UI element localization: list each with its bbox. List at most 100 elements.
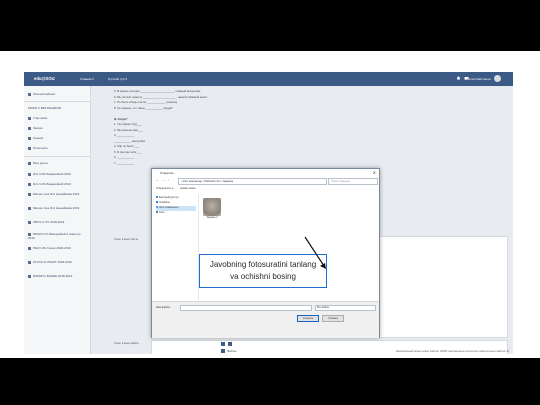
- cancel-button[interactable]: Отмена: [322, 315, 344, 322]
- home-icon: [28, 92, 31, 96]
- sidebar-course-item[interactable]: ОБУЧ-С ЛЧ 2018-2019: [28, 220, 86, 224]
- up-icon[interactable]: ↑: [168, 178, 170, 182]
- file-item-label[interactable]: Задание 2: [203, 217, 221, 219]
- sidebar-item-label: Матем-тика Ф-К Нашайкова 2019: [33, 206, 80, 210]
- sidebar-course-item[interactable]: ЯЗЫКИ и БОЛЕЕ 2018-2019: [28, 274, 86, 278]
- users-icon: [28, 116, 31, 120]
- sidebar-item-label: Пополнить: [33, 146, 49, 150]
- sidebar-course-item[interactable]: ПРАКТ-ИЧ Ламерейкой 2 семестр 2019: [28, 232, 86, 240]
- course-icon: [28, 274, 31, 278]
- grades-icon: [28, 136, 31, 140]
- graduation-cap-icon: [28, 161, 31, 165]
- sidebar-item-label: Ф-К-Ч-80 Ламерейкой 2019: [33, 182, 71, 186]
- files-folder[interactable]: Файлы: [221, 349, 237, 354]
- course-icon: [28, 206, 31, 210]
- back-icon[interactable]: ←: [156, 178, 159, 182]
- sidebar-item-label: Значки: [33, 126, 43, 130]
- create-folder-icon[interactable]: [227, 342, 232, 347]
- folder-icon: [221, 349, 225, 354]
- sidebar-item-label: Оценки: [33, 136, 44, 140]
- sidebar-course-item[interactable]: Матем-тика Ф-К Нашайкова 2019: [28, 192, 86, 196]
- sidebar-course-item[interactable]: РЕСУ-ЛЬ Специ 2018-2019: [28, 246, 86, 250]
- sidebar-course-item[interactable]: РУССК-О ПРАКТ 2018-2019: [28, 260, 86, 264]
- photo-thumbnail[interactable]: [203, 198, 221, 216]
- add-file-icon[interactable]: [221, 342, 225, 347]
- organize-button[interactable]: Упорядочить ▾: [156, 187, 173, 190]
- left-sidebar: Личный кабинет РЕЖИ С ВЕТРЕНИКОВ Участни…: [24, 86, 91, 354]
- callout-line: va ochishni bosing: [230, 272, 296, 281]
- network-icon: [156, 211, 158, 214]
- sidebar-item-dashboard[interactable]: Личный кабинет: [28, 92, 86, 96]
- sidebar-item-course[interactable]: РЕЖИ С ВЕТРЕНИКОВ: [28, 106, 86, 110]
- course-icon: [28, 192, 31, 196]
- screenshot-frame: edu@SOU Главная ▾ Русский (ru) ▾ Ismoil …: [0, 51, 540, 358]
- course-icon: [28, 172, 31, 176]
- file-name-input[interactable]: [180, 305, 312, 311]
- callout-text: Javobning fotosuratini tanlang va ochish…: [200, 259, 326, 283]
- top-navbar: edu@SOU Главная ▾ Русский (ru) ▾ Ismoil …: [24, 72, 513, 86]
- text-line: 7. ___________: [114, 160, 135, 165]
- tree-item-label: OneDrive: [159, 201, 170, 204]
- sidebar-item-label: РЕЖИ С ВЕТРЕНИКОВ: [28, 106, 61, 110]
- sidebar-item-label: РУССК-О ПРАКТ 2018-2019: [33, 260, 72, 264]
- dialog-toolbar: Упорядочить ▾ Новая папка: [156, 187, 195, 190]
- tree-item-network[interactable]: Сеть: [156, 211, 196, 216]
- search-input[interactable]: Поиск: Задание: [328, 178, 378, 185]
- new-folder-button[interactable]: Новая папка: [180, 187, 195, 190]
- forward-icon[interactable]: →: [162, 178, 165, 182]
- close-icon[interactable]: ✕: [373, 170, 376, 175]
- sidebar-item-label: Участники: [33, 116, 48, 120]
- sidebar-course-item[interactable]: Ф-К-Ч-80 Ламерейкой 2019: [28, 172, 86, 176]
- divider: [24, 101, 90, 102]
- sidebar-course-item[interactable]: Матем-тика Ф-К Нашайкова 2019: [28, 206, 86, 210]
- sidebar-item-more[interactable]: Пополнить: [28, 146, 86, 150]
- course-icon: [28, 260, 31, 264]
- file-open-dialog: Открытие ✕ ← → ↑ › Этот компьютер › Рабо…: [151, 168, 380, 338]
- assignment-text: 5. В корень сегодня ____________________…: [114, 89, 314, 166]
- sidebar-item-label: Ф-К-Ч-80 Ламерейкой 2019: [33, 172, 71, 176]
- files-label: Файлы: [227, 349, 237, 353]
- course-icon: [28, 182, 31, 186]
- site-logo[interactable]: edu@SOU: [34, 76, 55, 81]
- address-bar[interactable]: › Этот компьютер › Рабочий стол › Задани…: [178, 178, 327, 185]
- user-name[interactable]: Ismoil Rahmanov: [468, 77, 491, 81]
- sidebar-courses-header[interactable]: Мои курсы: [28, 161, 86, 165]
- sidebar-item-label: Личный кабинет: [33, 92, 56, 96]
- browser-screen: edu@SOU Главная ▾ Русский (ru) ▾ Ismoil …: [24, 72, 513, 354]
- answer-text-label: Ответ в виде текста: [114, 238, 139, 241]
- upload-limit-note: Максимальный размер новых файлов: 100Мб,…: [396, 350, 510, 353]
- file-manager-buttons: [221, 342, 234, 347]
- dialog-title: Открытие: [160, 171, 174, 175]
- instruction-callout: Javobning fotosuratini tanlang va ochish…: [199, 254, 327, 288]
- sidebar-course-item[interactable]: Ф-К-Ч-80 Ламерейкой 2019: [28, 182, 86, 186]
- sidebar-item-grades[interactable]: Оценки: [28, 136, 86, 140]
- course-icon: [28, 220, 31, 224]
- sidebar-item-label: Матем-тика Ф-К Нашайкова 2019: [33, 192, 80, 196]
- sidebar-item-label: ПРАКТ-ИЧ Ламерейкой 2 семестр 2019: [28, 232, 81, 240]
- menu-language[interactable]: Русский (ru) ▾: [108, 77, 127, 81]
- sidebar-item-badges[interactable]: Значки: [28, 126, 86, 130]
- sidebar-item-label: Мои курсы: [33, 161, 48, 165]
- badge-icon: [28, 126, 31, 130]
- sidebar-item-label: РЕСУ-ЛЬ Специ 2018-2019: [33, 246, 71, 250]
- dialog-footer: Имя файла: Все файлы Открыть Отмена: [152, 301, 379, 338]
- divider: [24, 156, 90, 157]
- tree-item-label: Быстрый доступ: [159, 196, 179, 199]
- sidebar-item-participants[interactable]: Участники: [28, 116, 86, 120]
- navigation-pane: Быстрый доступ OneDrive Этот компьютер С…: [156, 196, 196, 216]
- course-icon: [28, 246, 31, 250]
- open-button[interactable]: Открыть: [297, 315, 319, 322]
- sidebar-item-label: ЯЗЫКИ и БОЛЕЕ 2018-2019: [33, 274, 73, 278]
- menu-home[interactable]: Главная ▾: [80, 77, 94, 81]
- cloud-icon: [156, 201, 158, 204]
- tree-item-label: Сеть: [159, 211, 165, 214]
- bell-icon[interactable]: [456, 76, 461, 81]
- sidebar-item-label: ОБУЧ-С ЛЧ 2018-2019: [33, 220, 65, 224]
- callout-line: Javobning fotosuratini tanlang: [209, 260, 317, 269]
- folder-icon: [28, 146, 31, 150]
- star-icon: [156, 196, 158, 199]
- file-name-label: Имя файла:: [156, 306, 171, 309]
- file-type-select[interactable]: Все файлы: [315, 305, 376, 311]
- avatar[interactable]: [494, 75, 501, 82]
- computer-icon: [156, 206, 158, 209]
